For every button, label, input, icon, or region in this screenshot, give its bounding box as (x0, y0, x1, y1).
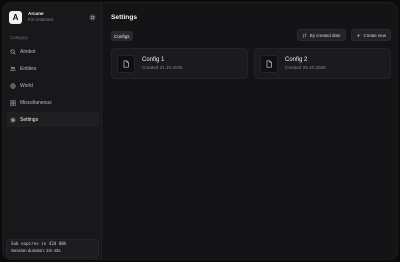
sidebar-nav: Aimbot Entities World Miscellaneous Sett… (6, 44, 100, 129)
tab-configs[interactable]: Configs (111, 31, 133, 41)
sidebar-item-label: Miscellaneous (20, 99, 52, 106)
brand-name: Arcane (28, 10, 44, 16)
sidebar-item-world[interactable]: World (6, 78, 100, 93)
sidebar: A Arcane For Unturned Category Aimbot En… (3, 3, 102, 259)
main-content: Settings Configs By created date Create … (103, 3, 397, 259)
page-title: Settings (111, 14, 138, 21)
search-icon (10, 49, 16, 55)
app-window: A Arcane For Unturned Category Aimbot En… (0, 0, 400, 262)
config-card-text: Config 2 Created 29.10.2025 (285, 57, 326, 71)
config-created-date: Created 29.10.2025 (285, 64, 326, 70)
sort-icon (302, 32, 307, 38)
create-new-button[interactable]: Create new (350, 29, 391, 41)
config-name: Config 2 (285, 56, 308, 63)
sidebar-item-aimbot[interactable]: Aimbot (6, 44, 100, 59)
config-icon-box (117, 54, 135, 73)
config-name: Config 1 (142, 56, 165, 63)
sidebar-item-label: Settings (20, 116, 39, 123)
sidebar-item-entities[interactable]: Entities (6, 61, 100, 76)
config-card[interactable]: Config 1 Created 21.10.2025 (111, 48, 248, 79)
app-logo: A (9, 10, 22, 24)
globe-icon (10, 82, 16, 89)
config-card[interactable]: Config 2 Created 29.10.2025 (254, 48, 391, 79)
gear-icon (10, 117, 16, 122)
config-created-date: Created 21.10.2025 (142, 64, 183, 70)
brand: A Arcane For Unturned (9, 9, 97, 25)
config-card-text: Config 1 Created 21.10.2025 (142, 57, 183, 71)
grid-icon (10, 99, 16, 106)
session-info: Sub expires in 42d 00h Session duration:… (6, 239, 99, 258)
brand-subtitle: For Unturned (28, 16, 53, 22)
sidebar-item-label: World (20, 82, 33, 89)
sidebar-gear-icon[interactable] (89, 8, 96, 21)
config-list: Config 1 Created 21.10.2025 Config 2 Cre… (111, 48, 391, 79)
sort-button-label: By created date (309, 32, 341, 38)
config-icon-box (260, 54, 278, 73)
sidebar-item-settings[interactable]: Settings (6, 112, 100, 127)
category-label: Category (10, 35, 28, 40)
create-new-label: Create new (363, 32, 386, 38)
subscription-expiry: Sub expires in 42d 00h (11, 241, 67, 246)
brand-text: Arcane For Unturned (28, 10, 53, 22)
session-duration: Session duration: 2m 43s (11, 247, 61, 253)
file-icon (123, 59, 129, 68)
sidebar-item-label: Entities (20, 65, 37, 72)
plus-icon (356, 33, 360, 37)
window-frame: A Arcane For Unturned Category Aimbot En… (2, 2, 398, 260)
toolbar: By created date Create new (296, 29, 391, 41)
gear-icon (89, 14, 96, 21)
sort-button[interactable]: By created date (296, 29, 346, 41)
file-icon (266, 59, 272, 68)
users-icon (10, 66, 16, 71)
sidebar-item-label: Aimbot (20, 48, 36, 55)
sidebar-item-miscellaneous[interactable]: Miscellaneous (6, 95, 100, 110)
